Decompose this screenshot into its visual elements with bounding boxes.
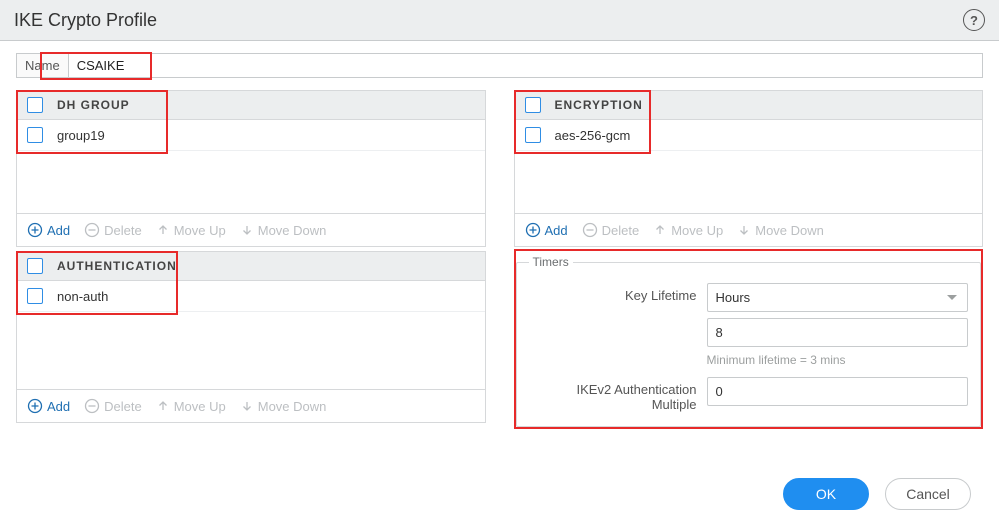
arrow-up-icon [156,223,170,237]
ikev2-auth-multiple-label: IKEv2 Authentication Multiple [529,377,707,412]
plus-circle-icon [525,222,541,238]
dh-group-add-button[interactable]: Add [23,220,74,240]
authentication-add-button[interactable]: Add [23,396,74,416]
authentication-panel: AUTHENTICATION non-auth Add Delete [16,251,486,423]
name-input[interactable] [69,54,998,77]
authentication-select-all-checkbox[interactable] [27,258,43,274]
encryption-row-0[interactable]: aes-256-gcm [515,120,983,151]
minus-circle-icon [84,398,100,414]
name-field: Name [16,53,983,78]
dh-group-panel: DH GROUP group19 Add Delete [16,90,486,247]
encryption-header: ENCRYPTION [555,98,643,112]
encryption-delete-button[interactable]: Delete [578,220,644,240]
dh-group-row-0-label: group19 [57,128,105,143]
key-lifetime-unit-select[interactable]: Hours [707,283,969,312]
dh-group-delete-button[interactable]: Delete [80,220,146,240]
cancel-button[interactable]: Cancel [885,478,971,510]
encryption-row-0-label: aes-256-gcm [555,128,631,143]
dh-group-movedown-button[interactable]: Move Down [236,221,331,240]
dh-group-row-0-checkbox[interactable] [27,127,43,143]
authentication-row-0-label: non-auth [57,289,108,304]
timers-panel: Timers Key Lifetime Hours Minimum lifeti… [514,251,984,427]
key-lifetime-label: Key Lifetime [529,283,707,303]
arrow-up-icon [156,399,170,413]
arrow-down-icon [240,399,254,413]
arrow-down-icon [737,223,751,237]
name-label: Name [16,53,68,78]
arrow-up-icon [653,223,667,237]
dh-group-header: DH GROUP [57,98,130,112]
encryption-movedown-button[interactable]: Move Down [733,221,828,240]
authentication-header: AUTHENTICATION [57,259,177,273]
help-icon[interactable]: ? [963,9,985,31]
plus-circle-icon [27,222,43,238]
ikev2-auth-multiple-input[interactable] [707,377,969,406]
dh-group-moveup-button[interactable]: Move Up [152,221,230,240]
authentication-row-0-checkbox[interactable] [27,288,43,304]
chevron-down-icon [947,295,957,300]
encryption-add-button[interactable]: Add [521,220,572,240]
dh-group-select-all-checkbox[interactable] [27,97,43,113]
dh-group-row-0[interactable]: group19 [17,120,485,151]
authentication-row-0[interactable]: non-auth [17,281,485,312]
timers-legend: Timers [529,255,573,269]
encryption-row-0-checkbox[interactable] [525,127,541,143]
minus-circle-icon [84,222,100,238]
ok-button[interactable]: OK [783,478,869,510]
key-lifetime-value-input[interactable] [707,318,969,347]
encryption-panel: ENCRYPTION aes-256-gcm Add Delete [514,90,984,247]
authentication-moveup-button[interactable]: Move Up [152,397,230,416]
dialog-title: IKE Crypto Profile [14,10,157,31]
encryption-moveup-button[interactable]: Move Up [649,221,727,240]
authentication-movedown-button[interactable]: Move Down [236,397,331,416]
authentication-delete-button[interactable]: Delete [80,396,146,416]
arrow-down-icon [240,223,254,237]
plus-circle-icon [27,398,43,414]
encryption-select-all-checkbox[interactable] [525,97,541,113]
minus-circle-icon [582,222,598,238]
key-lifetime-hint: Minimum lifetime = 3 mins [707,353,969,367]
